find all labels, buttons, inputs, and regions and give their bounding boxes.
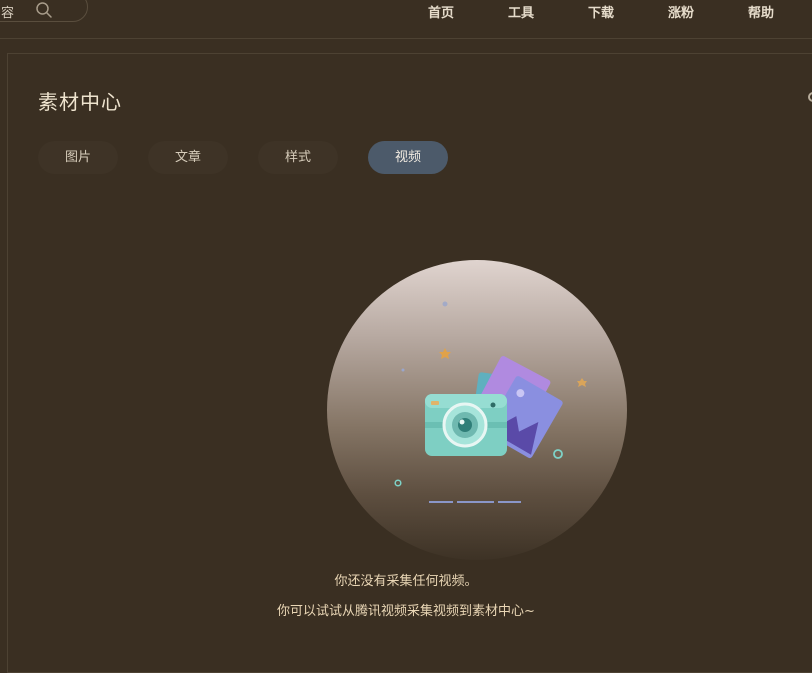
page-title: 素材中心 [38,90,122,114]
search-box[interactable]: 容 [0,0,88,22]
nav-item-tools[interactable]: 工具 [508,2,534,21]
camera-photos-icon [394,301,587,503]
nav-item-help[interactable]: 帮助 [748,2,774,21]
tab-articles[interactable]: 文章 [148,141,228,174]
nav-item-grow-fans[interactable]: 涨粉 [668,2,694,21]
tab-images[interactable]: 图片 [38,141,118,174]
close-icon[interactable] [808,92,812,102]
tab-videos[interactable]: 视频 [368,141,448,174]
nav-item-download[interactable]: 下载 [588,2,614,21]
empty-state-hint: 你可以试试从腾讯视频采集视频到素材中心~ [277,604,535,619]
top-navigation-bar: 容 首页 工具 下载 涨粉 帮助 [0,0,812,39]
empty-state-message: 你还没有采集任何视频。 [334,574,478,589]
search-input[interactable]: 容 [1,2,14,21]
tab-styles[interactable]: 样式 [258,141,338,174]
empty-state-illustration [327,260,627,560]
search-icon[interactable] [35,1,53,19]
nav-item-home[interactable]: 首页 [428,2,454,21]
